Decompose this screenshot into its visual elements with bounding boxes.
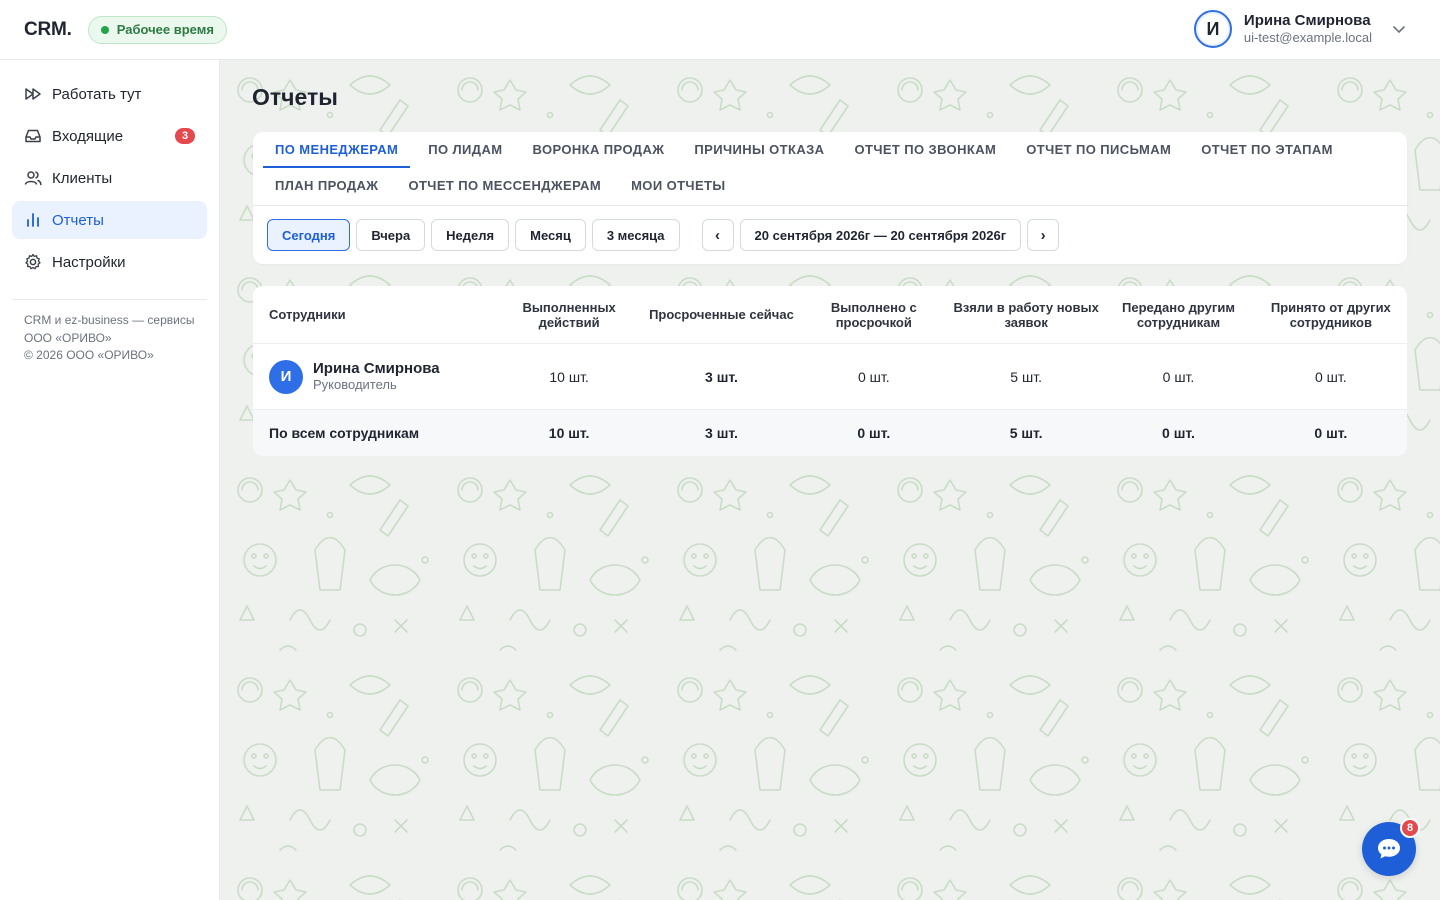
tab-emails-report[interactable]: Отчет по письмам xyxy=(1014,132,1183,168)
total-cell: 10 шт. xyxy=(548,425,590,441)
tab-sales-plan[interactable]: План продаж xyxy=(263,168,390,204)
sidebar-item-reports[interactable]: Отчеты xyxy=(12,201,207,239)
sidebar-footer: CRM и ez-business — сервисы ООО «ОРИВО» … xyxy=(0,300,219,377)
tab-my-reports[interactable]: Мои отчеты xyxy=(619,168,737,204)
sidebar-item-label: Входящие xyxy=(52,127,124,145)
sidebar-item-label: Клиенты xyxy=(52,169,113,187)
footer-line: © 2026 ООО «ОРИВО» xyxy=(24,348,154,362)
table-cell: 0 шт. xyxy=(1162,368,1195,385)
inbox-icon xyxy=(24,127,42,145)
sidebar-item-settings[interactable]: Настройки xyxy=(12,243,207,281)
period-3months-button[interactable]: 3 месяца xyxy=(591,219,680,251)
total-cell: 5 шт. xyxy=(1009,425,1043,441)
tab-messengers-report[interactable]: Отчет по мессенджерам xyxy=(396,168,613,204)
employee-role: Руководитель xyxy=(313,377,397,392)
tab-calls-report[interactable]: Отчет по звонкам xyxy=(842,132,1008,168)
inbox-count-badge: 3 xyxy=(175,128,195,144)
total-label: По всем сотрудникам xyxy=(269,425,420,441)
work-status-label: Рабочее время xyxy=(116,22,214,37)
tab-by-leads[interactable]: По лидам xyxy=(416,132,514,168)
table-cell: 10 шт. xyxy=(549,368,589,385)
sidebar-item-clients[interactable]: Клиенты xyxy=(12,159,207,197)
sidebar: Работать тут Входящие 3 Клиенты Отчеты Н… xyxy=(0,60,220,900)
user-email: ui-test@example.local xyxy=(1243,30,1372,45)
footer-line: CRM и ez-business — сервисы xyxy=(24,313,195,327)
table-cell: 3 шт. xyxy=(705,368,738,385)
sidebar-item-inbox[interactable]: Входящие 3 xyxy=(12,117,207,155)
period-yesterday-button[interactable]: Вчера xyxy=(356,219,426,251)
top-header: CRM. Рабочее время И Ирина Смирнова ui-t… xyxy=(0,0,1440,60)
total-cell: 0 шт. xyxy=(857,425,891,441)
prev-period-button[interactable]: ‹ xyxy=(701,219,734,251)
column-header: Просроченные сейчас xyxy=(649,307,794,322)
tab-rejection-reasons[interactable]: Причины отказа xyxy=(682,132,836,168)
user-menu[interactable]: И Ирина Смирнова ui-test@example.local xyxy=(1193,10,1408,48)
user-name: Ирина Смирнова xyxy=(1243,12,1371,29)
next-period-button[interactable]: › xyxy=(1027,219,1060,251)
gear-icon xyxy=(24,253,42,271)
column-header: Сотрудники xyxy=(269,307,346,322)
managers-report-table: Сотрудники Выполненных действий Просроче… xyxy=(253,286,1407,456)
status-dot-icon xyxy=(100,25,109,34)
total-cell: 0 шт. xyxy=(1314,425,1348,441)
chat-bubble-icon xyxy=(1378,839,1400,859)
bar-chart-icon xyxy=(24,211,42,229)
tab-by-managers[interactable]: По менеджерам xyxy=(263,132,411,168)
period-today-button[interactable]: Сегодня xyxy=(267,219,351,251)
employee-avatar: И xyxy=(269,359,303,394)
reports-filter-panel: По менеджерам По лидам Воронка продаж Пр… xyxy=(253,132,1407,264)
total-cell: 0 шт. xyxy=(1162,425,1195,441)
column-header: Взяли в работу новых заявок xyxy=(953,299,1099,330)
tab-sales-funnel[interactable]: Воронка продаж xyxy=(520,132,676,168)
period-filters: Сегодня Вчера Неделя Месяц 3 месяца ‹ 20… xyxy=(253,206,1407,264)
column-header: Принято от других сотрудников xyxy=(1270,299,1391,330)
sidebar-item-label: Отчеты xyxy=(52,211,104,229)
date-range-picker[interactable]: 20 сентября 2026г — 20 сентября 2026г xyxy=(739,219,1022,251)
total-cell: 3 шт. xyxy=(705,425,738,441)
employee-cell[interactable]: И Ирина Смирнова Руководитель xyxy=(269,359,493,394)
user-avatar: И xyxy=(1193,10,1232,48)
table-cell: 0 шт. xyxy=(857,368,890,385)
page-title: Отчеты xyxy=(252,84,338,110)
app-logo[interactable]: CRM. xyxy=(24,19,72,41)
main-content: Отчеты По менеджерам По лидам Воронка пр… xyxy=(220,60,1440,900)
sidebar-item-label: Работать тут xyxy=(52,85,142,103)
table-row[interactable]: И Ирина Смирнова Руководитель 10 шт. 3 ш… xyxy=(253,344,1407,410)
fast-forward-icon xyxy=(24,85,42,103)
sidebar-item-work-here[interactable]: Работать тут xyxy=(12,75,207,113)
footer-line: ООО «ОРИВО» xyxy=(24,330,112,345)
tab-stages-report[interactable]: Отчет по этапам xyxy=(1189,132,1345,168)
sidebar-item-label: Настройки xyxy=(52,253,126,271)
chat-unread-badge: 8 xyxy=(1400,818,1420,838)
table-total-row: По всем сотрудникам 10 шт. 3 шт. 0 шт. 5… xyxy=(253,410,1407,456)
period-week-button[interactable]: Неделя xyxy=(431,219,510,251)
report-tabs: По менеджерам По лидам Воронка продаж Пр… xyxy=(253,132,1407,206)
column-header: Передано другим сотрудникам xyxy=(1122,299,1235,330)
chat-button[interactable]: 8 xyxy=(1362,818,1420,876)
users-icon xyxy=(24,169,42,187)
work-status-badge[interactable]: Рабочее время xyxy=(87,15,227,44)
chevron-down-icon[interactable] xyxy=(1390,20,1408,38)
column-header: Выполненных действий xyxy=(522,299,616,330)
period-month-button[interactable]: Месяц xyxy=(515,219,586,251)
column-header: Выполнено с просрочкой xyxy=(830,299,917,330)
employee-name: Ирина Смирнова xyxy=(313,360,440,377)
table-cell: 0 шт. xyxy=(1314,368,1347,385)
table-header-row: Сотрудники Выполненных действий Просроче… xyxy=(253,286,1407,344)
table-cell: 5 шт. xyxy=(1010,368,1042,385)
sidebar-nav: Работать тут Входящие 3 Клиенты Отчеты Н… xyxy=(0,60,219,281)
